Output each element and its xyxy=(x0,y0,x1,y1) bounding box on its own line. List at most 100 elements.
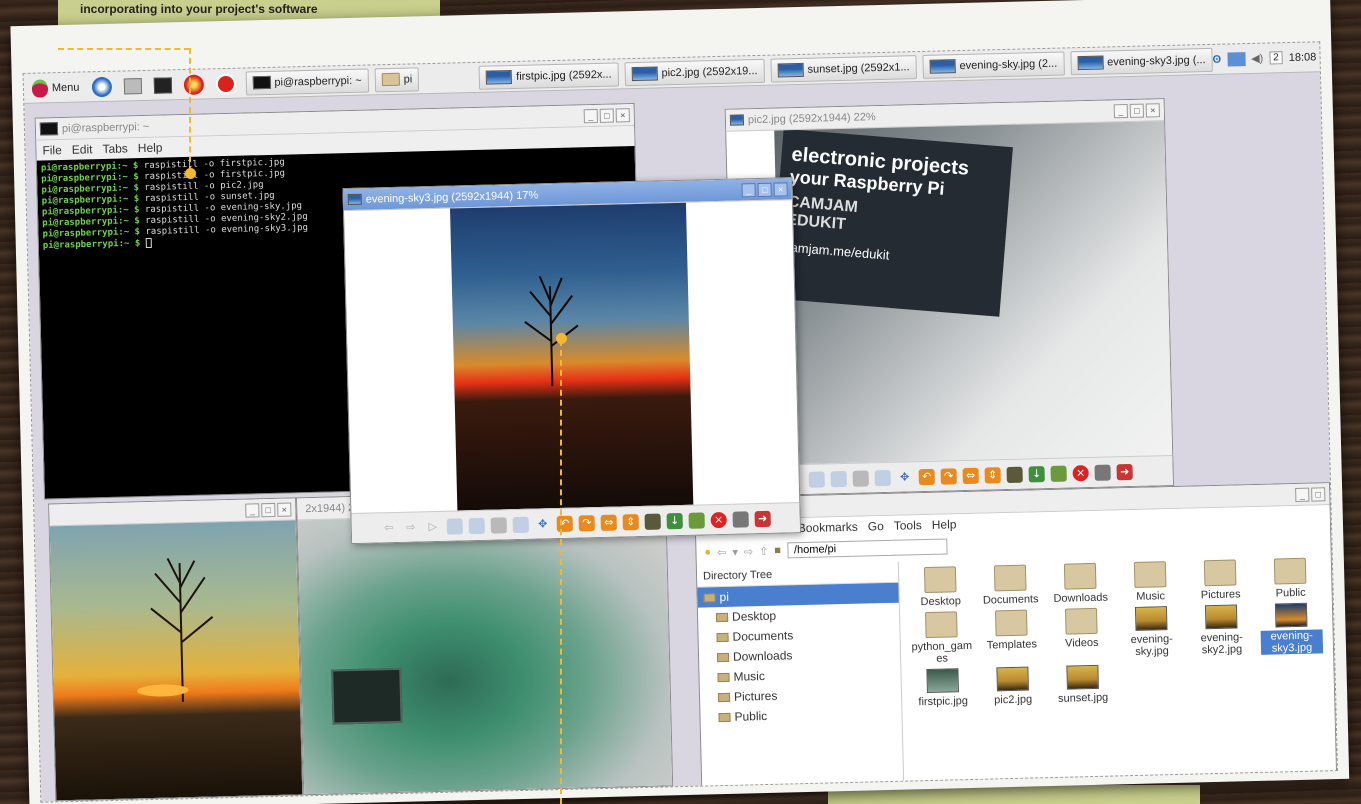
new-tab-icon[interactable]: ● xyxy=(704,546,711,558)
zoom-in-icon[interactable] xyxy=(830,470,847,487)
file-downloads[interactable]: Downloads xyxy=(1049,562,1112,606)
file-python-games[interactable]: python_gam es xyxy=(910,611,973,665)
stop-icon[interactable]: × xyxy=(710,511,727,528)
exit-icon[interactable]: ➜ xyxy=(754,510,771,527)
launcher-mathematica[interactable] xyxy=(179,72,208,97)
file-desktop[interactable]: Desktop xyxy=(909,566,972,609)
launcher-browser[interactable] xyxy=(87,74,116,99)
network-icon[interactable] xyxy=(1226,51,1246,67)
menu-edit[interactable]: Edit xyxy=(72,142,93,157)
minimize-button[interactable]: _ xyxy=(1295,487,1310,502)
task-sunset[interactable]: sunset.jpg (2592x1... xyxy=(770,54,917,83)
flip-h-icon[interactable]: ⇔ xyxy=(962,467,979,484)
zoom-in-icon[interactable] xyxy=(468,517,485,534)
forward-icon[interactable]: ⇨ xyxy=(403,519,419,535)
dropdown-icon[interactable]: ▾ xyxy=(732,545,738,558)
maximize-button[interactable]: □ xyxy=(757,182,772,197)
flip-v-icon[interactable]: ⇕ xyxy=(984,466,1001,484)
menu-help[interactable]: Help xyxy=(932,517,957,532)
save-icon[interactable]: ↓ xyxy=(1028,465,1045,482)
image-thumbnail xyxy=(996,666,1029,692)
save-icon[interactable]: ↓ xyxy=(666,512,683,529)
menu-tools[interactable]: Tools xyxy=(894,518,922,533)
image-viewer-evening-sky3: evening-sky3.jpg (2592x1944) 17% _ □ × ⇦… xyxy=(342,177,802,545)
rotate-right-icon[interactable]: ↷ xyxy=(940,467,957,485)
task-folder[interactable]: pi xyxy=(374,66,420,92)
original-size-icon[interactable] xyxy=(512,516,529,533)
minimize-button[interactable]: _ xyxy=(245,502,260,518)
menu-file[interactable]: File xyxy=(42,143,62,157)
original-size-icon[interactable] xyxy=(874,469,891,486)
delete-icon[interactable] xyxy=(688,511,705,529)
fit-icon[interactable] xyxy=(490,516,507,534)
menu-tabs[interactable]: Tabs xyxy=(102,141,128,156)
forward-icon[interactable]: ⇨ xyxy=(744,545,754,558)
launcher-files[interactable] xyxy=(119,73,146,98)
image-thumbnail xyxy=(1274,602,1308,628)
task-evening-sky[interactable]: evening-sky.jpg (2... xyxy=(922,51,1065,79)
file-firstpic[interactable]: firstpic.jpg xyxy=(911,668,974,709)
open-icon[interactable] xyxy=(644,513,661,530)
maximize-button[interactable]: □ xyxy=(261,502,276,517)
fit-icon[interactable] xyxy=(852,469,869,487)
close-button[interactable]: × xyxy=(1145,102,1160,118)
task-terminal[interactable]: pi@raspberrypi: ~ xyxy=(245,68,369,96)
cursor xyxy=(145,237,152,249)
flip-h-icon[interactable]: ⇔ xyxy=(600,514,617,531)
file-public[interactable]: Public xyxy=(1259,557,1322,600)
file-sunset[interactable]: sunset.jpg xyxy=(1051,664,1114,705)
delete-icon[interactable] xyxy=(1050,465,1067,482)
zoom-out-icon[interactable] xyxy=(446,517,463,535)
file-evening-sky2[interactable]: evening-sky2.jpg xyxy=(1190,604,1253,658)
directory-tree: Directory Tree pi Desktop Documents Down… xyxy=(696,561,905,787)
desktop-switcher[interactable]: 2 xyxy=(1269,51,1283,65)
file-templates[interactable]: Templates xyxy=(980,609,1043,663)
minimize-button[interactable]: _ xyxy=(1113,103,1128,118)
exit-icon[interactable]: ➜ xyxy=(1116,463,1133,480)
bluetooth-icon[interactable]: ʘ xyxy=(1212,53,1221,65)
preferences-icon[interactable] xyxy=(732,510,749,528)
preferences-icon[interactable] xyxy=(1094,463,1111,481)
task-evening-sky3[interactable]: evening-sky3.jpg (... xyxy=(1069,47,1213,75)
path-input[interactable]: /home/pi xyxy=(786,538,948,559)
flip-v-icon[interactable]: ⇕ xyxy=(622,513,639,530)
up-icon[interactable]: ⇧ xyxy=(759,544,769,557)
file-pictures[interactable]: Pictures xyxy=(1189,559,1252,602)
launcher-terminal[interactable] xyxy=(149,73,176,98)
rotate-left-icon[interactable]: ↶ xyxy=(556,515,573,532)
file-evening-sky[interactable]: evening-sky.jpg xyxy=(1120,606,1183,660)
back-icon[interactable]: ⇦ xyxy=(381,519,397,535)
maximize-button[interactable]: □ xyxy=(1311,486,1326,502)
close-button[interactable]: × xyxy=(277,502,292,517)
file-documents[interactable]: Documents xyxy=(979,564,1042,607)
rotate-left-icon[interactable]: ↶ xyxy=(918,468,935,485)
fullscreen-icon[interactable]: ✥ xyxy=(897,469,913,485)
play-icon[interactable]: ▷ xyxy=(425,518,441,534)
menu-help[interactable]: Help xyxy=(138,141,163,156)
volume-icon[interactable]: ◀) xyxy=(1251,52,1263,65)
task-pic2[interactable]: pic2.jpg (2592x19... xyxy=(624,58,765,86)
file-music[interactable]: Music xyxy=(1119,561,1182,604)
file-pic2[interactable]: pic2.jpg xyxy=(981,666,1044,707)
menu-bookmarks[interactable]: Bookmarks xyxy=(798,520,858,535)
maximize-button[interactable]: □ xyxy=(1129,103,1144,118)
rotate-right-icon[interactable]: ↷ xyxy=(578,514,595,532)
launcher-wolfram[interactable] xyxy=(211,71,240,96)
minimize-button[interactable]: _ xyxy=(583,108,598,123)
maximize-button[interactable]: □ xyxy=(599,108,614,123)
zoom-out-icon[interactable] xyxy=(808,470,825,488)
stop-icon[interactable]: × xyxy=(1072,464,1089,481)
fullscreen-icon[interactable]: ✥ xyxy=(535,516,551,532)
menu-button[interactable]: Menu xyxy=(28,75,84,100)
home-icon[interactable]: ■ xyxy=(774,545,781,557)
close-button[interactable]: × xyxy=(615,107,630,122)
file-videos[interactable]: Videos xyxy=(1050,607,1113,662)
open-icon[interactable] xyxy=(1006,466,1023,483)
back-icon[interactable]: ⇦ xyxy=(717,545,727,558)
file-evening-sky3[interactable]: evening-sky3.jpg xyxy=(1260,602,1324,656)
minimize-button[interactable]: _ xyxy=(741,182,756,197)
task-firstpic[interactable]: firstpic.jpg (2592x... xyxy=(478,61,619,90)
tree-item-public[interactable]: Public xyxy=(700,703,901,728)
close-button[interactable]: × xyxy=(773,181,788,197)
menu-go[interactable]: Go xyxy=(868,519,884,533)
